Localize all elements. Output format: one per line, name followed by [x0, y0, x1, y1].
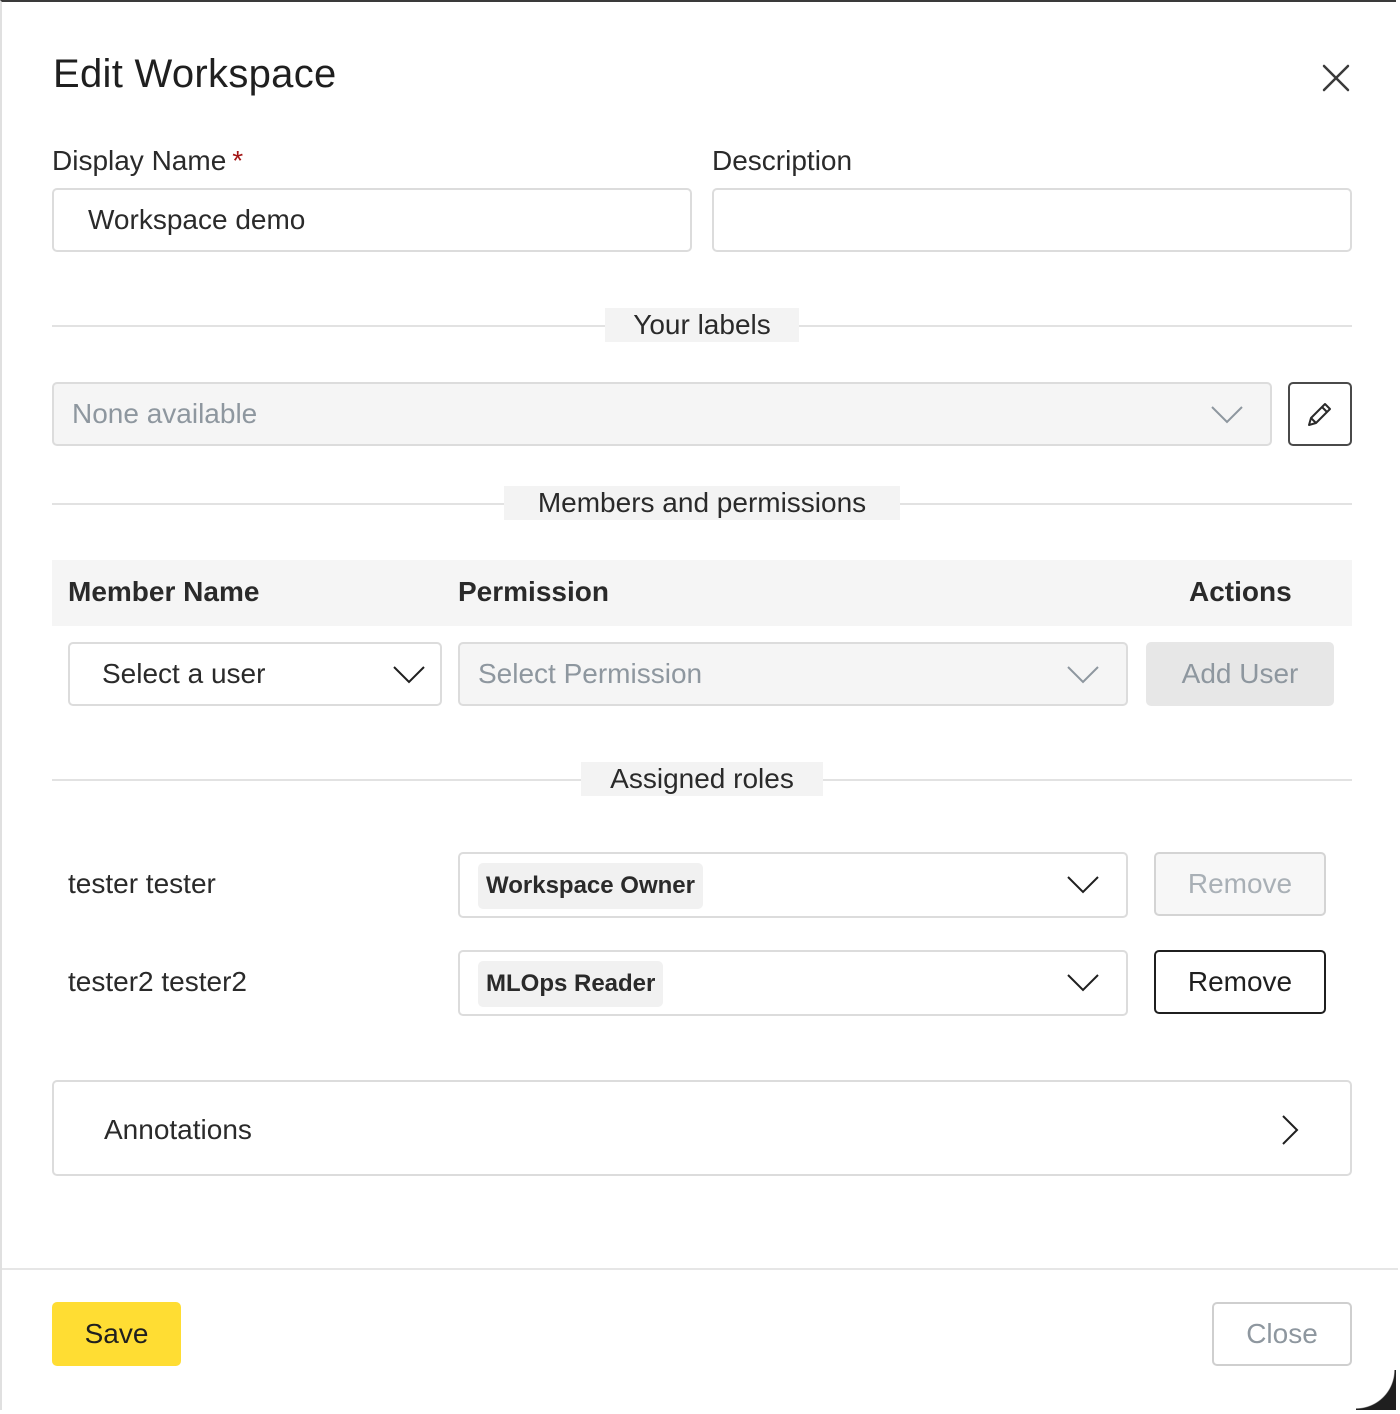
- column-actions: Actions: [1189, 576, 1292, 607]
- add-user-button[interactable]: Add User: [1146, 642, 1334, 706]
- description-input[interactable]: [712, 188, 1352, 252]
- column-member-name: Member Name: [68, 576, 260, 607]
- column-permission: Permission: [458, 576, 609, 607]
- chevron-down-icon: [1067, 974, 1099, 992]
- roles-heading: Assigned roles: [581, 762, 823, 796]
- display-name-input[interactable]: Workspace demo: [52, 188, 692, 252]
- labels-select-placeholder: None available: [72, 398, 258, 429]
- chevron-down-icon: [1067, 666, 1099, 684]
- window-corner: [1356, 1370, 1396, 1410]
- edit-labels-button[interactable]: [1288, 382, 1352, 446]
- close-button[interactable]: Close: [1212, 1302, 1352, 1366]
- close-icon[interactable]: [1318, 60, 1354, 96]
- chevron-right-icon: [1282, 1115, 1299, 1145]
- role-tag: Workspace Owner: [478, 863, 703, 909]
- annotations-label: Annotations: [104, 1114, 252, 1145]
- user-select[interactable]: Select a user: [68, 642, 442, 706]
- permission-select-placeholder: Select Permission: [478, 658, 703, 689]
- save-button[interactable]: Save: [52, 1302, 181, 1366]
- role-member-name: tester tester: [68, 868, 216, 899]
- required-marker: *: [232, 145, 244, 176]
- chevron-down-icon: [393, 666, 425, 684]
- description-label: Description: [712, 145, 853, 176]
- role-select[interactable]: MLOps Reader: [458, 950, 1128, 1016]
- members-table-header: Member Name Permission Actions: [52, 560, 1352, 626]
- remove-button[interactable]: Remove: [1154, 852, 1326, 916]
- role-member-name: tester2 tester2: [68, 966, 247, 997]
- user-select-placeholder: Select a user: [102, 658, 266, 689]
- role-tag: MLOps Reader: [478, 961, 664, 1007]
- labels-select[interactable]: None available: [52, 382, 1272, 446]
- edit-workspace-dialog: Edit Workspace Display Name * Workspace d…: [0, 0, 1398, 1410]
- display-name-label: Display Name *: [52, 145, 243, 177]
- role-select[interactable]: Workspace Owner: [458, 852, 1128, 918]
- pencil-icon: [1308, 403, 1331, 426]
- footer-divider: [2, 1268, 1398, 1270]
- remove-button[interactable]: Remove: [1154, 950, 1326, 1014]
- labels-heading: Your labels: [605, 308, 799, 342]
- display-name-value: Workspace demo: [88, 204, 306, 235]
- dialog-title: Edit Workspace: [53, 52, 337, 96]
- chevron-down-icon: [1211, 406, 1243, 424]
- chevron-down-icon: [1067, 876, 1099, 894]
- annotations-accordion[interactable]: Annotations: [52, 1080, 1352, 1176]
- permission-select[interactable]: Select Permission: [458, 642, 1128, 706]
- members-heading: Members and permissions: [504, 486, 900, 520]
- display-name-label-text: Display Name: [52, 145, 227, 176]
